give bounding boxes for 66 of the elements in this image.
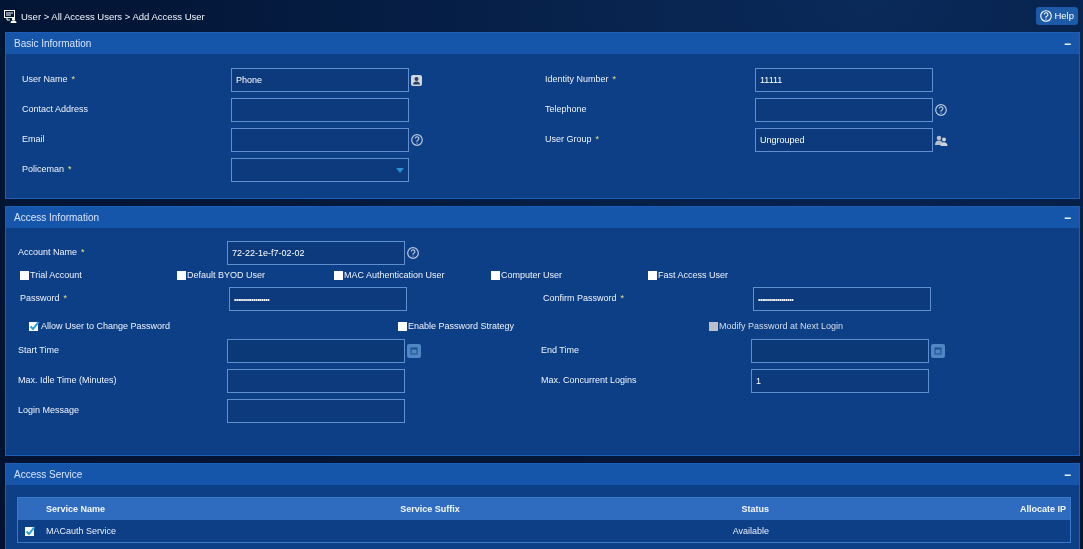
table-cell-text: Available	[732, 526, 770, 536]
column-header: Service Name	[46, 504, 106, 514]
checkbox-label: Enable Password Strategy	[408, 321, 515, 331]
panel-title: Basic Information	[14, 38, 92, 49]
field-label: Contact Address	[22, 103, 89, 114]
help-icon	[1040, 9, 1053, 22]
date-field[interactable]	[751, 339, 929, 363]
field-label: Policeman *	[22, 163, 72, 174]
text-field[interactable]	[227, 369, 405, 393]
field-label: Password *	[20, 292, 68, 303]
column-header: Service Suffix	[400, 504, 460, 514]
field-label: Max. Idle Time (Minutes)	[18, 374, 117, 385]
field-label: Confirm Password *	[543, 292, 625, 303]
column-header: Status	[741, 504, 770, 514]
contact-card-icon[interactable]	[411, 74, 422, 86]
checkbox[interactable]	[398, 321, 407, 331]
text-field[interactable]	[227, 399, 405, 423]
field-label: User Name *	[22, 73, 76, 84]
checkbox-label: Modify Password at Next Login	[719, 321, 844, 331]
checkbox[interactable]	[334, 270, 343, 280]
field-label: Login Message	[18, 404, 80, 415]
checkbox-label: Computer User	[501, 270, 563, 280]
text-field[interactable]: 1	[751, 369, 929, 393]
text-field[interactable]: 72-22-1e-f7-02-02	[227, 241, 405, 265]
help-icon[interactable]	[935, 104, 947, 116]
field-label: Email	[22, 133, 45, 144]
caret-icon	[396, 168, 404, 173]
field-label: User Group *	[545, 133, 600, 144]
checkbox[interactable]	[20, 270, 29, 280]
help-icon[interactable]	[411, 134, 423, 146]
users-icon[interactable]	[935, 134, 948, 146]
field-label: End Time	[541, 344, 580, 355]
checkbox[interactable]	[648, 270, 657, 280]
collapse-button[interactable]: −	[1064, 468, 1071, 481]
collapse-button[interactable]: −	[1064, 37, 1071, 50]
table-cell: MACauth Service	[46, 526, 117, 536]
column-header: Allocate IP	[1020, 504, 1067, 514]
checkbox-label: Default BYOD User	[187, 270, 266, 280]
checkbox[interactable]	[177, 270, 186, 280]
panel-title: Access Information	[14, 212, 100, 223]
text-field[interactable]	[755, 98, 933, 122]
collapse-button[interactable]: −	[1064, 211, 1071, 224]
panel-title: Access Service	[14, 469, 83, 480]
checkbox-label: Allow User to Change Password	[41, 321, 171, 331]
checkbox-label: Trial Account	[30, 270, 82, 280]
checkbox[interactable]	[25, 525, 36, 537]
field-label: Start Time	[18, 344, 59, 355]
help-icon[interactable]	[407, 247, 419, 259]
field-label: Account Name *	[18, 246, 85, 257]
checkbox[interactable]	[491, 270, 500, 280]
help-button[interactable]: Help	[1036, 6, 1078, 25]
date-field[interactable]	[227, 339, 405, 363]
field-label: Max. Concurrent Logins	[541, 374, 637, 385]
dropdown[interactable]	[231, 158, 409, 182]
user-terminal-icon	[4, 9, 17, 23]
text-field[interactable]: 11111	[755, 68, 933, 92]
text-field[interactable]	[231, 128, 409, 152]
text-field[interactable]: Ungrouped	[755, 128, 933, 152]
text-field[interactable]: Phone	[231, 68, 409, 92]
checkbox-label: Fast Access User	[658, 270, 729, 280]
text-field[interactable]	[231, 98, 409, 122]
checkbox-label: MAC Authentication User	[344, 270, 445, 280]
field-label: Identity Number *	[545, 73, 617, 84]
checkbox[interactable]	[29, 320, 40, 332]
breadcrumb: User > All Access Users > Add Access User	[21, 10, 206, 22]
field-label: Telephone	[545, 103, 587, 114]
